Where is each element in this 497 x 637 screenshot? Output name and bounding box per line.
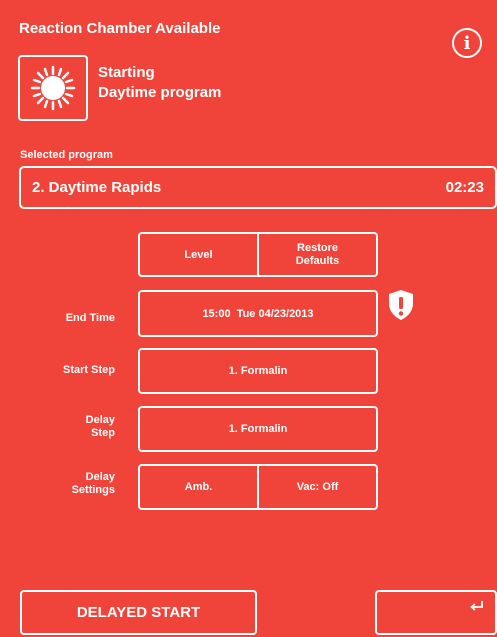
back-button[interactable] — [375, 590, 497, 635]
page-title: Reaction Chamber Available — [19, 20, 221, 37]
selected-program-button[interactable]: 2. Daytime Rapids 02:23 — [19, 166, 497, 209]
status-line-2: Daytime program — [98, 84, 222, 101]
status-icon-box — [18, 55, 88, 121]
delay-step-button[interactable]: 1. Formalin — [138, 406, 378, 452]
ambient-label: Amb. — [184, 481, 213, 493]
delay-step-label-line-1: Delay — [85, 414, 115, 426]
delay-settings-label-line-2: Settings — [71, 484, 115, 496]
status-line-1: Starting — [98, 64, 155, 81]
return-arrow-icon — [470, 601, 483, 611]
vacuum-label: Vac: Off — [296, 481, 339, 493]
run-status: Starting Daytime program — [98, 63, 221, 103]
vacuum-toggle[interactable]: Vac: Off — [257, 466, 376, 508]
delay-settings-group: Amb. Vac: Off — [138, 464, 378, 510]
end-time-value: 15:00 Tue 04/23/2013 — [202, 307, 314, 320]
level-restore-group: Level Restore Defaults — [138, 232, 378, 277]
level-label: Level — [184, 248, 213, 261]
start-step-value: 1. Formalin — [228, 365, 288, 377]
delayed-start-label: DELAYED START — [76, 604, 201, 621]
info-icon[interactable]: i — [452, 28, 482, 58]
level-button[interactable]: Level — [140, 234, 257, 275]
restore-label-line-2: Defaults — [295, 254, 340, 267]
sun-icon — [30, 65, 76, 111]
delay-settings-label: Delay Settings — [55, 471, 115, 497]
end-time-button[interactable]: 15:00 Tue 04/23/2013 — [138, 290, 378, 337]
program-duration: 02:23 — [445, 179, 484, 196]
program-name: 2. Daytime Rapids — [32, 179, 162, 196]
ambient-toggle[interactable]: Amb. — [140, 466, 257, 508]
delay-step-label-line-2: Step — [91, 427, 115, 439]
end-time-label: End Time — [65, 312, 115, 324]
start-step-label: Start Step — [63, 364, 115, 376]
restore-defaults-button[interactable]: Restore Defaults — [257, 234, 376, 275]
delayed-start-button[interactable]: DELAYED START — [20, 590, 257, 635]
delay-step-label: Delay Step — [55, 414, 115, 440]
delay-settings-label-line-1: Delay — [85, 471, 115, 483]
warning-shield-icon[interactable] — [387, 289, 415, 326]
delay-step-value: 1. Formalin — [228, 423, 288, 435]
start-step-button[interactable]: 1. Formalin — [138, 348, 378, 394]
selected-program-label: Selected program — [20, 149, 113, 161]
restore-label-line-1: Restore — [297, 241, 338, 254]
